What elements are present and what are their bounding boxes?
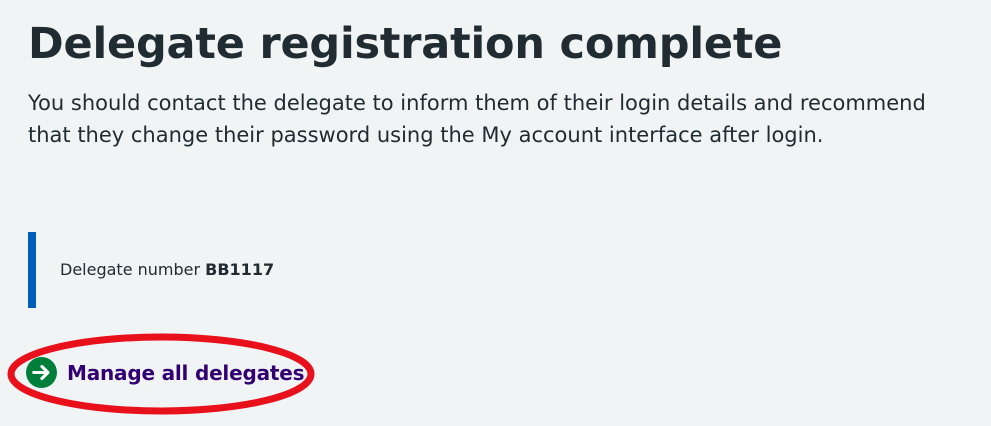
page-title: Delegate registration complete xyxy=(28,19,783,69)
page: Delegate registration complete You shoul… xyxy=(0,0,991,426)
manage-all-delegates-label: Manage all delegates xyxy=(67,360,305,385)
delegate-number-label: Delegate number xyxy=(60,260,201,279)
instruction-text: You should contact the delegate to infor… xyxy=(28,91,926,147)
delegate-number-value: BB1117 xyxy=(205,260,275,279)
delegate-number-text: Delegate number BB1117 xyxy=(60,259,274,281)
delegate-number-inset: Delegate number BB1117 xyxy=(28,232,628,308)
manage-all-delegates-link[interactable]: Manage all delegates xyxy=(26,357,304,388)
arrow-right-circle-icon xyxy=(26,357,57,388)
